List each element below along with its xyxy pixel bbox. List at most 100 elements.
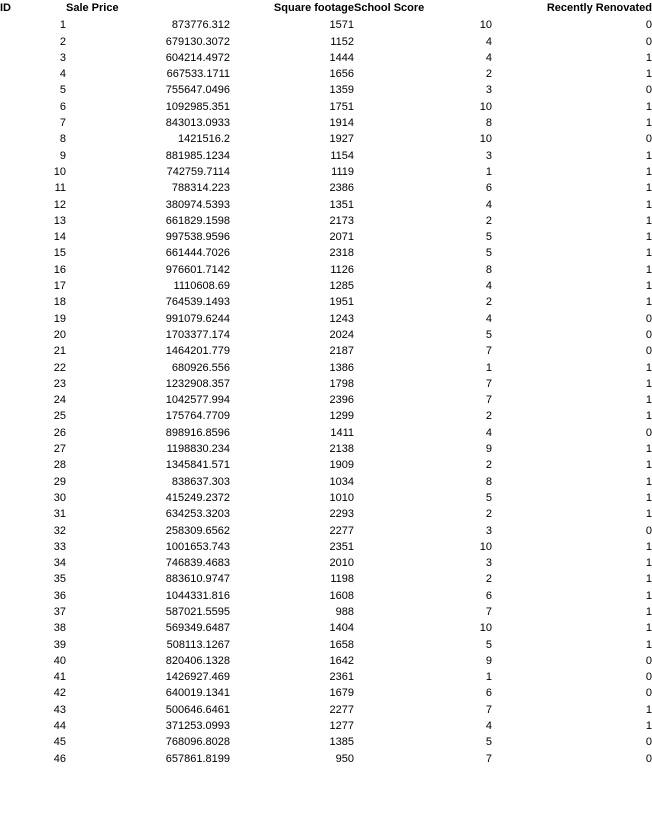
cell-sale-price: 1703377.174 xyxy=(165,328,230,341)
table-row: 11 788314.223 2386 6 1 xyxy=(0,180,652,196)
cell-school-score: 2 xyxy=(485,573,492,586)
table-row: 35 883610.9747 1198 2 1 xyxy=(0,571,652,587)
cell-school-score: 2 xyxy=(485,296,492,309)
cell-id: 42 xyxy=(53,687,66,700)
cell-school-score: 2 xyxy=(485,68,492,81)
cell-school-score: 8 xyxy=(485,117,492,130)
cell-recently-renovated: 1 xyxy=(645,247,652,260)
cell-square-footage: 1571 xyxy=(329,19,354,32)
table-row: 18 764539.1493 1951 2 1 xyxy=(0,294,652,310)
cell-id: 37 xyxy=(53,605,66,618)
cell-square-footage: 1658 xyxy=(329,638,354,651)
cell-sale-price: 1092985.351 xyxy=(165,100,230,113)
table-row: 3 604214.4972 1444 4 1 xyxy=(0,50,652,66)
table-row: 14 997538.9596 2071 5 1 xyxy=(0,229,652,245)
table-row: 38 569349.6487 1404 10 1 xyxy=(0,620,652,636)
cell-id: 14 xyxy=(53,231,66,244)
cell-id: 12 xyxy=(53,198,66,211)
table-row: 29 838637.303 1034 8 1 xyxy=(0,474,652,490)
cell-school-score: 10 xyxy=(479,540,492,553)
table-row: 36 1044331.816 1608 6 1 xyxy=(0,588,652,604)
cell-square-footage: 1152 xyxy=(330,35,354,48)
cell-school-score: 5 xyxy=(485,638,492,651)
cell-square-footage: 1359 xyxy=(329,84,354,97)
cell-id: 33 xyxy=(53,540,66,553)
cell-sale-price: 997538.9596 xyxy=(165,231,230,244)
cell-school-score: 7 xyxy=(485,377,492,390)
cell-school-score: 4 xyxy=(485,35,492,48)
cell-id: 7 xyxy=(59,117,66,130)
cell-square-footage: 1299 xyxy=(329,410,354,423)
cell-recently-renovated: 1 xyxy=(645,459,652,472)
cell-id: 29 xyxy=(53,475,66,488)
cell-recently-renovated: 0 xyxy=(645,328,652,341)
cell-id: 39 xyxy=(53,638,66,651)
cell-recently-renovated: 1 xyxy=(645,263,652,276)
cell-recently-renovated: 1 xyxy=(645,296,652,309)
cell-sale-price: 898916.8596 xyxy=(165,426,230,439)
cell-recently-renovated: 1 xyxy=(645,703,652,716)
cell-recently-renovated: 1 xyxy=(645,214,652,227)
cell-square-footage: 1154 xyxy=(330,149,354,162)
cell-recently-renovated: 1 xyxy=(645,589,652,602)
table-row: 44 371253.0993 1277 4 1 xyxy=(0,718,652,734)
cell-id: 9 xyxy=(59,149,66,162)
cell-square-footage: 2138 xyxy=(329,443,354,456)
cell-recently-renovated: 1 xyxy=(645,410,652,423)
cell-square-footage: 1010 xyxy=(329,491,354,504)
cell-id: 13 xyxy=(53,214,66,227)
table-row: 10 742759.7114 1119 1 1 xyxy=(0,164,652,180)
cell-school-score: 10 xyxy=(479,19,492,32)
table-row: 45 768096.8028 1385 5 0 xyxy=(0,734,652,750)
cell-sale-price: 508113.1267 xyxy=(166,638,230,651)
cell-square-footage: 988 xyxy=(335,605,354,618)
cell-square-footage: 1243 xyxy=(329,312,354,325)
cell-school-score: 5 xyxy=(485,491,492,504)
cell-recently-renovated: 1 xyxy=(645,605,652,618)
cell-sale-price: 661829.1598 xyxy=(165,214,230,227)
cell-sale-price: 820406.1328 xyxy=(165,654,230,667)
cell-square-footage: 1351 xyxy=(329,198,354,211)
cell-recently-renovated: 1 xyxy=(645,100,652,113)
cell-recently-renovated: 0 xyxy=(645,687,652,700)
cell-recently-renovated: 1 xyxy=(645,149,652,162)
table-row: 37 587021.5595 988 7 1 xyxy=(0,604,652,620)
table-row: 32 258309.6562 2277 3 0 xyxy=(0,523,652,539)
cell-square-footage: 950 xyxy=(335,752,354,765)
cell-id: 36 xyxy=(53,589,66,602)
cell-school-score: 7 xyxy=(485,752,492,765)
table-row: 41 1426927.469 2361 1 0 xyxy=(0,669,652,685)
cell-recently-renovated: 0 xyxy=(645,345,652,358)
cell-square-footage: 2071 xyxy=(329,231,354,244)
column-header-id: ID xyxy=(0,2,11,14)
cell-sale-price: 768096.8028 xyxy=(165,736,230,749)
cell-square-footage: 1411 xyxy=(330,426,354,439)
table-row: 31 634253.3203 2293 2 1 xyxy=(0,506,652,522)
cell-id: 6 xyxy=(59,100,66,113)
table-row: 8 1421516.2 1927 10 0 xyxy=(0,131,652,147)
cell-recently-renovated: 1 xyxy=(645,638,652,651)
table-row: 34 746839.4683 2010 3 1 xyxy=(0,555,652,571)
cell-id: 10 xyxy=(53,165,66,178)
cell-school-score: 7 xyxy=(485,703,492,716)
table-header: ID Sale Price Square footage School Scor… xyxy=(0,0,652,16)
cell-recently-renovated: 1 xyxy=(645,117,652,130)
cell-recently-renovated: 1 xyxy=(645,557,652,570)
cell-recently-renovated: 0 xyxy=(645,752,652,765)
table-row: 7 843013.0933 1914 8 1 xyxy=(0,115,652,131)
cell-id: 2 xyxy=(59,35,66,48)
table-row: 21 1464201.779 2187 7 0 xyxy=(0,343,652,359)
cell-id: 11 xyxy=(54,182,66,195)
cell-sale-price: 640019.1341 xyxy=(165,687,230,700)
cell-sale-price: 587021.5595 xyxy=(165,605,230,618)
cell-square-footage: 2277 xyxy=(329,703,354,716)
cell-sale-price: 1042577.994 xyxy=(165,394,230,407)
table-row: 6 1092985.351 1751 10 1 xyxy=(0,99,652,115)
table-row: 43 500646.6461 2277 7 1 xyxy=(0,702,652,718)
cell-recently-renovated: 1 xyxy=(645,720,652,733)
cell-sale-price: 175764.7709 xyxy=(165,410,230,423)
cell-sale-price: 1232908.357 xyxy=(165,377,230,390)
cell-sale-price: 679130.3072 xyxy=(165,35,230,48)
table-row: 30 415249.2372 1010 5 1 xyxy=(0,490,652,506)
cell-id: 4 xyxy=(59,68,66,81)
